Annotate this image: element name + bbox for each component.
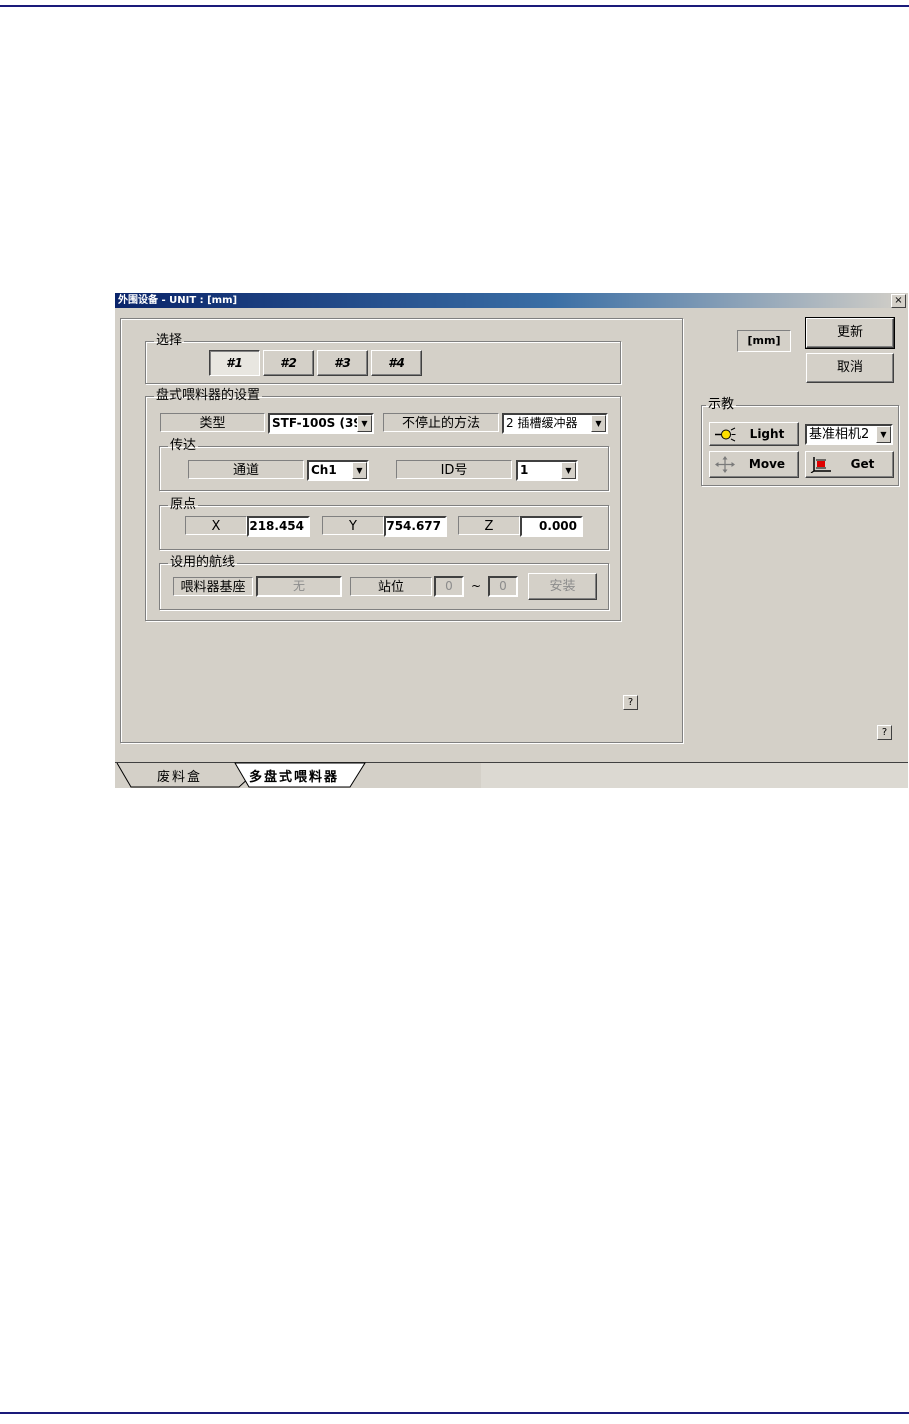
title-bar: 外围设备 - UNIT : [mm] × — [115, 293, 908, 308]
cancel-button[interactable]: 取消 — [806, 353, 894, 383]
type-dropdown[interactable]: STF-100S (393Z ▼ — [268, 413, 374, 434]
id-dropdown[interactable]: 1 ▼ — [516, 460, 578, 481]
channel-value: Ch1 — [311, 463, 337, 477]
get-button-label: Get — [850, 457, 875, 471]
camera-dropdown[interactable]: 基准相机2 ▼ — [805, 424, 893, 445]
select-button-4[interactable]: #4 — [371, 350, 422, 376]
teach-group-legend: 示教 — [708, 397, 735, 412]
peripheral-device-dialog: 外围设备 - UNIT : [mm] × 选择 #1 #2 #3 #4 盘式喂料… — [115, 293, 908, 788]
chevron-down-icon[interactable]: ▼ — [352, 462, 367, 479]
feeder-settings-legend: 盘式喂料器的设置 — [156, 388, 261, 403]
origin-group-legend: 原点 — [170, 497, 197, 512]
select-button-1[interactable]: #1 — [209, 350, 260, 376]
update-button[interactable]: 更新 — [806, 318, 894, 348]
nonstop-method-dropdown[interactable]: 2 插槽缓冲器 ▼ — [502, 413, 608, 434]
origin-z-label: Z — [458, 516, 520, 535]
origin-z-input[interactable]: 0.000 — [520, 516, 583, 537]
light-button-label: Light — [749, 427, 785, 441]
page-top-rule — [0, 5, 909, 7]
page-bottom-rule — [0, 1412, 909, 1414]
origin-y-label: Y — [322, 516, 384, 535]
get-button[interactable]: Get — [805, 451, 894, 478]
camera-value: 基准相机2 — [809, 427, 870, 442]
channel-label: 通道 — [188, 460, 304, 479]
close-button[interactable]: × — [891, 294, 906, 308]
origin-y-input[interactable]: 754.677 — [384, 516, 447, 537]
tab-outline — [115, 762, 908, 788]
left-help-button[interactable]: ? — [623, 695, 638, 710]
station-range-separator: ~ — [470, 579, 482, 593]
tab-waste-box[interactable]: 废料盒 — [157, 766, 202, 785]
light-icon — [715, 427, 736, 442]
chevron-down-icon[interactable]: ▼ — [876, 426, 891, 443]
tab-multi-tray-feeder[interactable]: 多盘式喂料器 — [249, 766, 339, 785]
feeder-base-input[interactable]: 无 — [256, 576, 342, 597]
chevron-down-icon[interactable]: ▼ — [561, 462, 576, 479]
id-label: ID号 — [396, 460, 512, 479]
channel-dropdown[interactable]: Ch1 ▼ — [307, 460, 369, 481]
origin-x-input[interactable]: 218.454 — [247, 516, 310, 537]
unit-indicator: [mm] — [737, 330, 791, 352]
nonstop-method-label: 不停止的方法 — [383, 413, 499, 432]
select-button-2[interactable]: #2 — [263, 350, 314, 376]
select-button-3[interactable]: #3 — [317, 350, 368, 376]
transfer-group-legend: 传达 — [170, 438, 197, 453]
move-button[interactable]: Move — [709, 451, 799, 478]
lane-group-legend: 设用的航线 — [170, 555, 236, 570]
nonstop-method-value: 2 插槽缓冲器 — [506, 416, 578, 430]
station-from-input[interactable]: 0 — [434, 576, 464, 597]
window-title: 外围设备 - UNIT : [mm] — [118, 295, 238, 306]
light-button[interactable]: Light — [709, 422, 799, 446]
chevron-down-icon[interactable]: ▼ — [357, 415, 372, 432]
id-value: 1 — [520, 463, 529, 477]
get-coordinates-icon — [810, 457, 831, 473]
install-button[interactable]: 安装 — [528, 573, 597, 600]
station-label: 站位 — [350, 577, 432, 596]
feeder-base-label: 喂料器基座 — [173, 577, 253, 596]
move-button-label: Move — [748, 457, 786, 471]
type-label: 类型 — [160, 413, 265, 432]
tab-strip: 废料盒 多盘式喂料器 — [115, 762, 908, 788]
right-help-button[interactable]: ? — [877, 725, 892, 740]
chevron-down-icon[interactable]: ▼ — [591, 415, 606, 432]
origin-x-label: X — [185, 516, 247, 535]
station-to-input[interactable]: 0 — [488, 576, 518, 597]
select-group-legend: 选择 — [156, 333, 183, 348]
move-arrows-icon — [715, 456, 735, 473]
